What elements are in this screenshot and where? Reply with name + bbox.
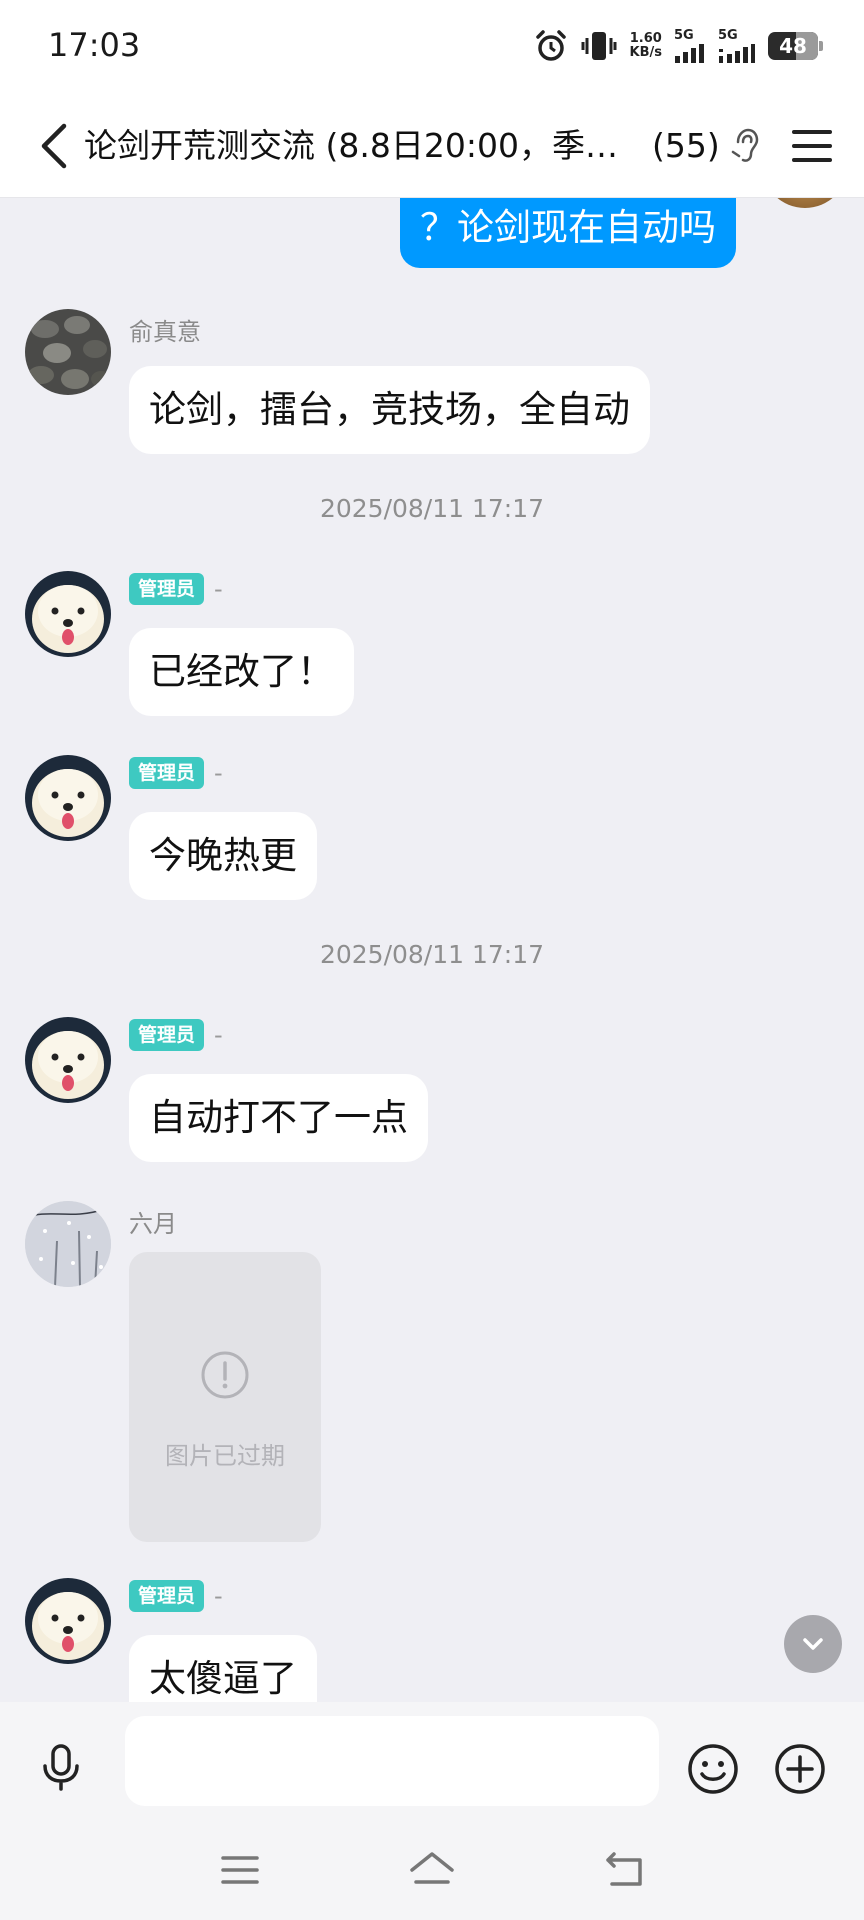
alarm-icon xyxy=(535,30,566,61)
battery-indicator: 48 xyxy=(768,32,823,60)
incoming-message[interactable]: 今晚热更 xyxy=(129,812,317,900)
chat-messages[interactable]: ？论剑现在自动吗 俞真意 论剑，擂台，竞技场，全自动 2025/08/11 17… xyxy=(0,198,864,1702)
home-icon[interactable] xyxy=(408,1848,456,1892)
input-bar xyxy=(0,1702,864,1832)
back-icon[interactable] xyxy=(24,114,88,178)
outgoing-message[interactable]: ？论剑现在自动吗 xyxy=(400,198,736,268)
admin-avatar[interactable] xyxy=(25,571,111,657)
status-icons: 1.60 KB/s 5G 5G 48 xyxy=(534,26,823,66)
incoming-message[interactable]: 自动打不了一点 xyxy=(129,1074,428,1162)
signal-bars-icon xyxy=(675,44,704,63)
vibrate-icon xyxy=(581,32,617,60)
sender-info: 管理员 - xyxy=(129,1580,223,1612)
exclamation-circle-icon xyxy=(201,1351,249,1399)
back-navigation-icon[interactable] xyxy=(602,1848,646,1892)
chat-title[interactable]: 论剑开荒测交流 (8.8日20:00，季… xyxy=(84,124,624,168)
title-bar: 论剑开荒测交流 (8.8日20:00，季… (55) xyxy=(0,94,864,198)
plus-icon[interactable] xyxy=(773,1742,827,1796)
sender-name: - xyxy=(214,575,223,603)
timestamp: 2025/08/11 17:17 xyxy=(319,494,545,523)
admin-badge: 管理员 xyxy=(129,573,205,605)
signal-bars-icon xyxy=(719,44,755,63)
admin-avatar[interactable] xyxy=(25,1017,111,1103)
status-bar: 17:03 1.60 KB/s 5G 5G 48 xyxy=(0,0,864,94)
admin-badge: 管理员 xyxy=(129,1580,205,1612)
sender-info: 管理员 - xyxy=(129,1019,223,1051)
incoming-message[interactable]: 太傻逼了 xyxy=(129,1635,317,1702)
sim1-signal: 5G xyxy=(674,29,706,63)
admin-badge: 管理员 xyxy=(129,1019,205,1051)
timestamp: 2025/08/11 17:17 xyxy=(319,940,545,969)
recent-apps-icon[interactable] xyxy=(220,1850,260,1890)
expired-image[interactable]: 图片已过期 xyxy=(129,1252,321,1542)
member-count[interactable]: (55) xyxy=(652,124,720,168)
admin-badge: 管理员 xyxy=(129,757,205,789)
sim2-network-label: 5G xyxy=(718,28,738,43)
sender-info: 管理员 - xyxy=(129,573,223,605)
avatar[interactable] xyxy=(25,1201,111,1287)
status-time: 17:03 xyxy=(48,26,141,64)
avatar[interactable] xyxy=(25,309,111,395)
chevron-down-icon xyxy=(803,1638,823,1650)
battery-level: 48 xyxy=(779,34,807,58)
admin-avatar[interactable] xyxy=(25,1578,111,1664)
network-speed-value: 1.60 xyxy=(629,31,662,46)
ear-icon[interactable] xyxy=(730,126,760,166)
emoji-icon[interactable] xyxy=(686,1742,740,1796)
system-navigation-bar xyxy=(0,1832,864,1920)
sender-name: 六月 xyxy=(129,1210,177,1238)
sender-name: - xyxy=(214,759,223,787)
network-speed-unit: KB/s xyxy=(629,45,662,60)
scroll-to-bottom-button[interactable] xyxy=(784,1615,842,1673)
admin-avatar[interactable] xyxy=(25,755,111,841)
incoming-message[interactable]: 已经改了！ xyxy=(129,628,354,716)
sim2-signal: 5G xyxy=(718,29,756,63)
sender-name: - xyxy=(214,1021,223,1049)
network-speed: 1.60 KB/s xyxy=(630,32,662,60)
menu-icon[interactable] xyxy=(784,118,840,174)
microphone-icon[interactable] xyxy=(34,1740,88,1794)
sim1-network-label: 5G xyxy=(674,28,694,43)
incoming-message[interactable]: 论剑，擂台，竞技场，全自动 xyxy=(129,366,650,454)
sender-info: 管理员 - xyxy=(129,757,223,789)
message-input[interactable] xyxy=(125,1716,659,1806)
expired-image-label: 图片已过期 xyxy=(165,1442,285,1470)
sender-name: - xyxy=(214,1582,223,1610)
my-avatar[interactable] xyxy=(762,198,848,208)
sender-name: 俞真意 xyxy=(129,318,201,346)
